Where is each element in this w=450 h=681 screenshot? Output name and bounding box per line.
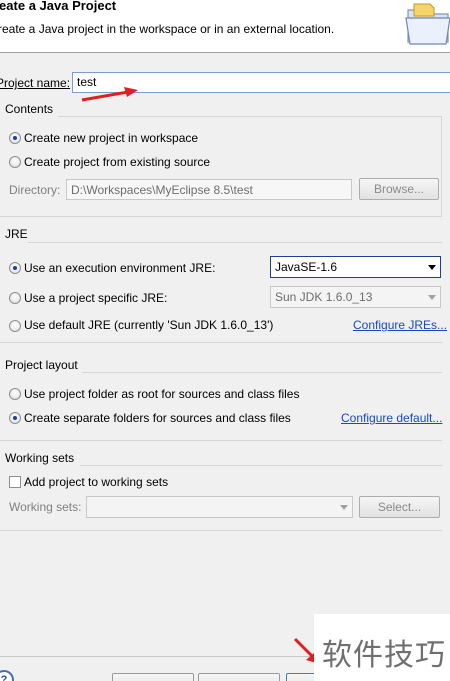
execution-env-select[interactable]: JavaSE-1.6 bbox=[270, 256, 441, 278]
contents-divider bbox=[58, 116, 442, 117]
chevron-down-icon bbox=[428, 265, 436, 270]
separate-folders-radio[interactable] bbox=[9, 412, 21, 424]
wizard-description: reate a Java project in the workspace or… bbox=[0, 22, 335, 36]
layout-divider bbox=[82, 372, 442, 373]
add-to-working-sets-label: Add project to working sets bbox=[24, 475, 169, 489]
create-new-project-label: Create new project in workspace bbox=[24, 131, 199, 145]
create-new-project-radio[interactable] bbox=[9, 132, 21, 144]
default-jre-label: Use default JRE (currently 'Sun JDK 1.6.… bbox=[24, 318, 274, 332]
working-sets-bottom-divider bbox=[0, 530, 442, 531]
directory-input[interactable]: D:\Workspaces\MyEclipse 8.5\test bbox=[66, 179, 352, 200]
next-button[interactable] bbox=[198, 673, 280, 681]
add-to-working-sets-checkbox[interactable] bbox=[9, 476, 21, 488]
select-working-sets-button[interactable]: Select... bbox=[359, 496, 440, 518]
execution-env-jre-label: Use an execution environment JRE: bbox=[24, 261, 216, 275]
project-specific-jre-select[interactable]: Sun JDK 1.6.0_13 bbox=[270, 286, 441, 308]
working-sets-group-label: Working sets bbox=[5, 451, 75, 465]
red-annotation-arrow bbox=[81, 87, 138, 102]
watermark-text: 软件技巧 bbox=[322, 638, 446, 673]
java-project-folder-icon bbox=[405, 3, 450, 45]
default-jre-radio[interactable] bbox=[9, 320, 21, 332]
configure-default-link[interactable]: Configure default... bbox=[341, 411, 442, 425]
contents-bottom-divider bbox=[0, 216, 442, 217]
project-specific-jre-label: Use a project specific JRE: bbox=[24, 291, 168, 305]
create-from-existing-label: Create project from existing source bbox=[24, 155, 211, 169]
chevron-down-icon bbox=[340, 505, 348, 510]
wizard-title: reate a Java Project bbox=[0, 0, 117, 13]
separate-folders-label: Create separate folders for sources and … bbox=[24, 411, 291, 425]
execution-env-jre-radio[interactable] bbox=[9, 262, 21, 274]
jre-group-label: JRE bbox=[5, 227, 28, 241]
jre-bottom-divider bbox=[0, 342, 442, 343]
browse-button[interactable]: Browse... bbox=[359, 178, 439, 200]
layout-bottom-divider bbox=[0, 440, 442, 441]
project-folder-root-radio[interactable] bbox=[9, 388, 21, 400]
directory-label: Directory: bbox=[9, 183, 61, 197]
working-sets-label: Working sets: bbox=[9, 500, 82, 514]
chevron-down-icon bbox=[428, 295, 436, 300]
back-button[interactable] bbox=[112, 673, 194, 681]
project-name-label: Project name: bbox=[0, 76, 71, 90]
project-specific-jre-radio[interactable] bbox=[9, 292, 21, 304]
working-sets-select[interactable] bbox=[86, 496, 353, 518]
project-layout-group-label: Project layout bbox=[5, 358, 78, 372]
create-from-existing-radio[interactable] bbox=[9, 156, 21, 168]
contents-group-label: Contents bbox=[5, 102, 54, 116]
working-sets-divider bbox=[80, 465, 442, 466]
jre-divider bbox=[28, 242, 442, 243]
project-folder-root-label: Use project folder as root for sources a… bbox=[24, 387, 300, 401]
configure-jres-link[interactable]: Configure JREs... bbox=[353, 318, 447, 332]
wizard-banner: reate a Java Project reate a Java projec… bbox=[0, 0, 450, 53]
